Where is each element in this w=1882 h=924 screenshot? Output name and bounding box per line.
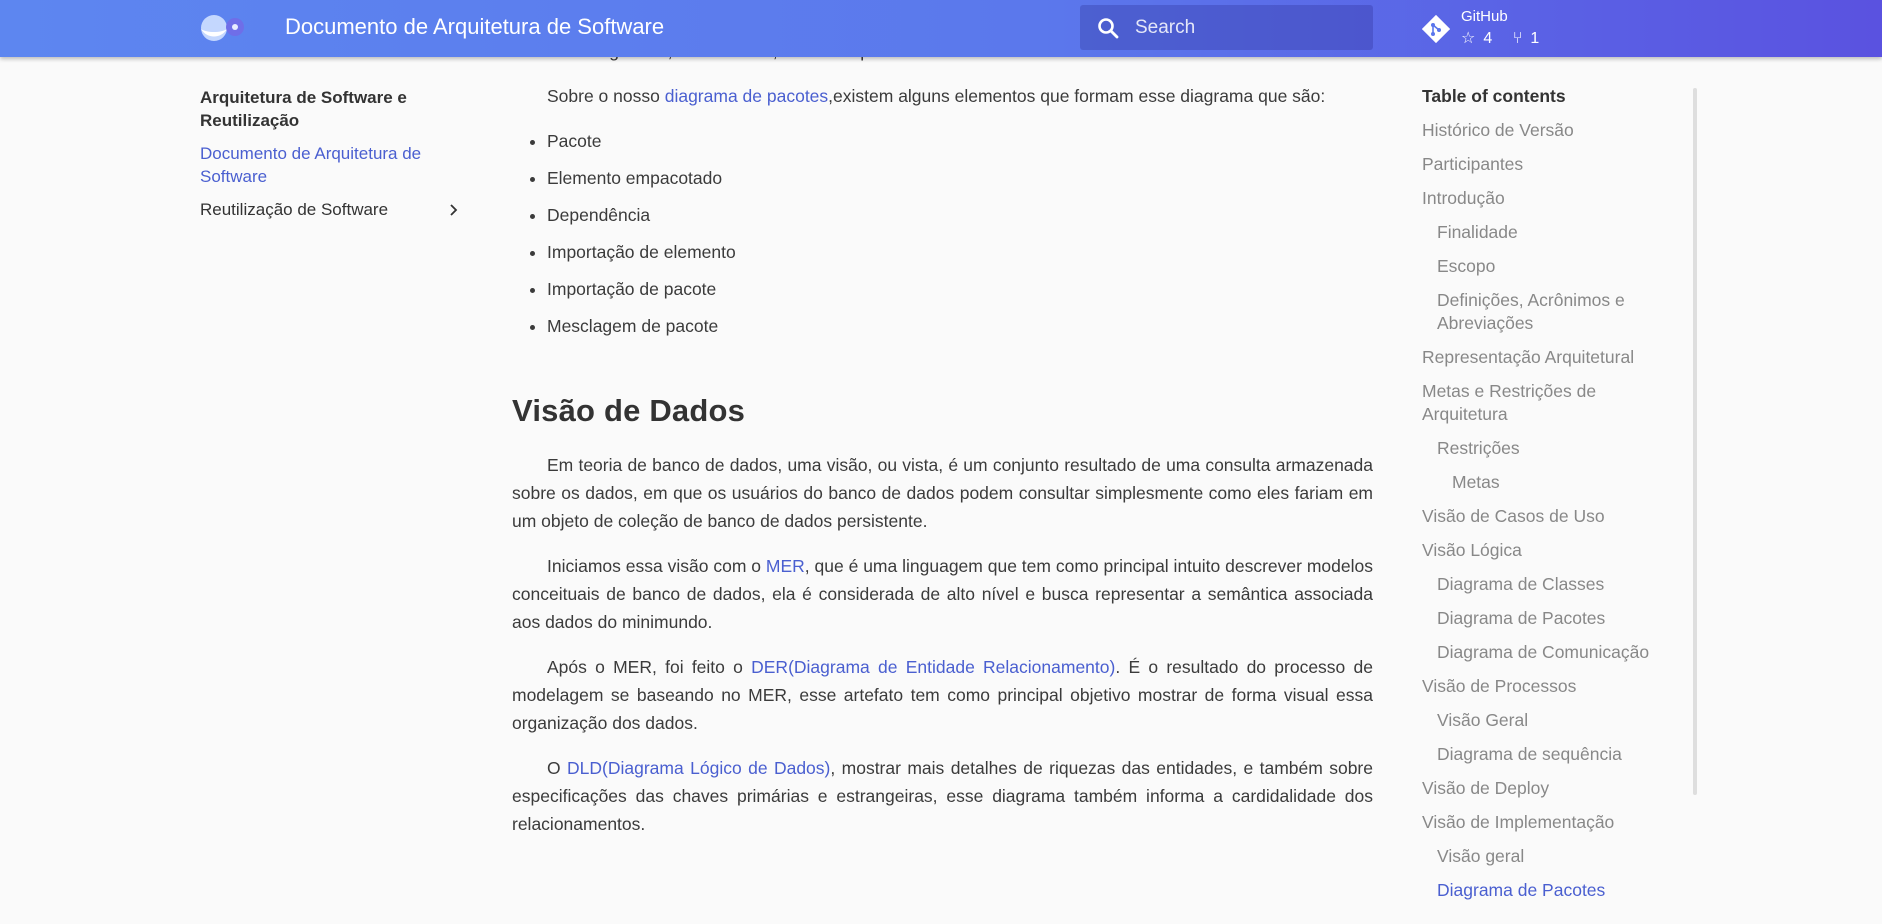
toc-item-finalidade[interactable]: Finalidade [1422,221,1677,244]
toc-item-participantes[interactable]: Participantes [1422,153,1677,176]
stars-value: 4 [1483,30,1493,47]
toc-item-historico[interactable]: Histórico de Versão [1422,119,1677,142]
search-icon [1096,16,1120,40]
site-title[interactable]: Documento de Arquitetura de Software [285,14,664,40]
toc-item-casos-de-uso[interactable]: Visão de Casos de Uso [1422,505,1677,528]
fork-icon: ⑂ [1512,30,1523,47]
toc-item-definicoes[interactable]: Definições, Acrônimos e Abreviações [1422,289,1677,335]
list-item: Dependência [547,201,1373,229]
list-item: Elemento empacotado [547,164,1373,192]
paragraph-mer: Iniciamos essa visão com o MER, que é um… [512,552,1373,636]
paragraph-visao: Em teoria de banco de dados, uma visão, … [512,455,1373,531]
link-dld[interactable]: DLD(Diagrama Lógico de Dados) [567,758,830,778]
toc-item-metas[interactable]: Metas [1422,471,1677,494]
toc-item-diagrama-comunicacao[interactable]: Diagrama de Comunicação [1422,641,1677,664]
list-item: Pacote [547,127,1373,155]
sidebar-item-documento[interactable]: Documento de Arquitetura de Software [200,142,462,188]
toc-item-visao-implementacao[interactable]: Visão de Implementação [1422,811,1677,834]
toc-item-escopo[interactable]: Escopo [1422,255,1677,278]
toc-item-diagrama-pacotes[interactable]: Diagrama de Pacotes [1422,607,1677,630]
text-segment: Sobre o nosso [547,86,665,106]
table-of-contents: Table of contents Histórico de Versão Pa… [1422,85,1677,913]
github-repo-link[interactable]: GitHub ☆ 4 ⑂ 1 [1421,8,1542,48]
toc-title: Table of contents [1422,86,1566,106]
elements-list: Pacote Elemento empacotado Dependência I… [512,127,1373,340]
toc-item-restricoes[interactable]: Restrições [1422,437,1677,460]
search-placeholder: Search [1135,17,1196,38]
repo-name: GitHub [1461,8,1508,25]
toc-item-diagrama-classes[interactable]: Diagrama de Classes [1422,573,1677,596]
forks-count: ⑂ 1 [1513,30,1548,48]
text-segment: ,existem alguns elementos que formam ess… [828,86,1326,106]
paragraph-diagrama-pacotes: Sobre o nosso diagrama de pacotes,existe… [512,82,1373,110]
top-header: Documento de Arquitetura de Software Sea… [0,0,1882,57]
toc-item-visao-processos[interactable]: Visão de Processos [1422,675,1677,698]
toc-scrollbar[interactable] [1693,88,1697,795]
section-heading-visao-de-dados: Visão de Dados [512,393,746,428]
text-segment: Iniciamos essa visão com o [547,556,766,576]
text-segment: Após o MER, foi feito o [547,657,752,677]
toc-item-visao-geral[interactable]: Visão Geral [1422,709,1677,732]
main-content: incluindo diagramas, documentos, classes… [512,37,1373,855]
toc-item-introducao[interactable]: Introdução [1422,187,1677,210]
toc-item-representacao[interactable]: Representação Arquitetural [1422,346,1677,369]
sidebar-section-title[interactable]: Arquitetura de Software e Reutilização [200,86,462,132]
link-mer[interactable]: MER [766,556,805,576]
list-item: Mesclagem de pacote [547,312,1373,340]
toc-item-diagrama-sequencia[interactable]: Diagrama de sequência [1422,743,1677,766]
link-diagrama-de-pacotes[interactable]: diagrama de pacotes [665,86,828,106]
paragraph-dld: O DLD(Diagrama Lógico de Dados), mostrar… [512,754,1373,838]
chevron-right-icon[interactable] [446,200,462,220]
sidebar-nav: Arquitetura de Software e Reutilização D… [200,86,462,221]
sidebar-item-reutilizacao[interactable]: Reutilização de Software [200,198,462,221]
search-input[interactable]: Search [1080,5,1373,50]
stars-count: ☆ 4 [1461,28,1500,48]
list-item: Importação de elemento [547,238,1373,266]
list-item: Importação de pacote [547,275,1373,303]
paragraph-der: Após o MER, foi feito o DER(Diagrama de … [512,653,1373,737]
toc-item-visao-logica[interactable]: Visão Lógica [1422,539,1677,562]
star-icon: ☆ [1461,30,1476,47]
repo-facts: ☆ 4 ⑂ 1 [1461,28,1555,48]
toc-item-diagrama-pacotes-active[interactable]: Diagrama de Pacotes [1422,879,1677,902]
git-icon [1421,14,1451,44]
logo-icon[interactable] [199,13,247,43]
text-segment: O [547,758,568,778]
toc-item-visao-geral-impl[interactable]: Visão geral [1422,845,1677,868]
toc-item-metas-restricoes[interactable]: Metas e Restrições de Arquitetura [1422,380,1677,426]
sidebar-item-label: Reutilização de Software [200,200,389,219]
toc-item-visao-deploy[interactable]: Visão de Deploy [1422,777,1677,800]
link-der[interactable]: DER(Diagrama de Entidade Relacionamento) [751,657,1115,677]
forks-value: 1 [1530,30,1540,47]
